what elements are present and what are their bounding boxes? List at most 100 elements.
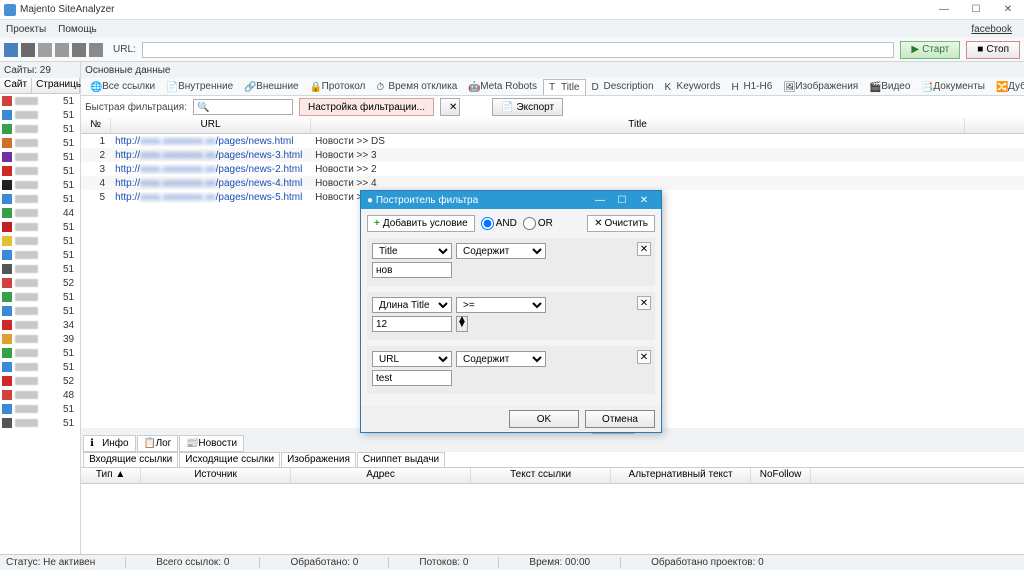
tool-icon-4[interactable] xyxy=(55,43,69,57)
tab-keywords[interactable]: KKeywords xyxy=(660,79,726,94)
stop-button[interactable]: ■ Стоп xyxy=(966,41,1020,59)
facebook-link[interactable]: facebook xyxy=(971,24,1012,35)
site-row[interactable]: 51 xyxy=(0,304,80,318)
url-cell: http://xxxx.xxxxxxxx.xx/pages/news-3.htm… xyxy=(111,150,311,161)
site-row[interactable]: 52 xyxy=(0,276,80,290)
field-select[interactable]: Длина Title xyxy=(372,297,452,313)
tab-все-ссылки[interactable]: 🌐Все ссылки xyxy=(85,79,160,94)
close-button[interactable]: ✕ xyxy=(996,2,1020,18)
bottom-col[interactable]: NoFollow xyxy=(751,468,811,483)
menu-projects[interactable]: Проекты xyxy=(6,24,46,35)
site-row[interactable]: 51 xyxy=(0,122,80,136)
value-input[interactable] xyxy=(372,316,452,332)
tab-видео[interactable]: 🎬Видео xyxy=(864,79,915,94)
spinner-down[interactable]: ▼ xyxy=(457,322,467,327)
dialog-titlebar[interactable]: ● Построитель фильтра — ☐ ✕ xyxy=(361,191,661,209)
tab-icon: H xyxy=(731,82,741,92)
site-row[interactable]: 51 xyxy=(0,248,80,262)
export-button[interactable]: 📄 Экспорт xyxy=(492,98,563,116)
tab-время-отклика[interactable]: ⏱Время отклика xyxy=(371,79,462,94)
filter-clear-button[interactable]: ✕ xyxy=(440,98,460,116)
field-select[interactable]: Title xyxy=(372,243,452,259)
grid-row[interactable]: 1http://xxxx.xxxxxxxx.xx/pages/news.html… xyxy=(81,134,1024,148)
delete-condition[interactable]: ✕ xyxy=(637,350,651,364)
add-condition-button[interactable]: +Добавить условие xyxy=(367,215,475,232)
site-row[interactable]: 51 xyxy=(0,402,80,416)
tab-дубликаты[interactable]: 🔀Дубликаты xyxy=(991,79,1024,94)
site-row[interactable]: 51 xyxy=(0,178,80,192)
tool-icon-3[interactable] xyxy=(38,43,52,57)
subtab-2[interactable]: Изображения xyxy=(281,452,356,467)
bottom-col[interactable]: Адрес xyxy=(291,468,471,483)
site-row[interactable]: 51 xyxy=(0,416,80,430)
tab-title[interactable]: TTitle xyxy=(543,79,586,95)
site-row[interactable]: 51 xyxy=(0,150,80,164)
site-row[interactable]: 34 xyxy=(0,318,80,332)
clear-button[interactable]: ✕ Очистить xyxy=(587,215,655,232)
cancel-button[interactable]: Отмена xyxy=(585,410,655,428)
subtab-0[interactable]: Входящие ссылки xyxy=(83,452,178,467)
bottom-tab-0[interactable]: ℹИнфо xyxy=(83,435,136,452)
tab-изображения[interactable]: 🖼Изображения xyxy=(778,79,863,94)
tool-icon-5[interactable] xyxy=(72,43,86,57)
maximize-button[interactable]: ☐ xyxy=(964,2,988,18)
sites-list[interactable]: 5151515151515151445151515152515134395151… xyxy=(0,94,80,554)
operator-select[interactable]: Содержит xyxy=(456,351,546,367)
site-row[interactable]: 51 xyxy=(0,94,80,108)
dialog-maximize[interactable]: ☐ xyxy=(611,195,633,206)
site-row[interactable]: 51 xyxy=(0,164,80,178)
value-input[interactable] xyxy=(372,262,452,278)
site-row[interactable]: 51 xyxy=(0,290,80,304)
filter-settings-button[interactable]: Настройка фильтрации... xyxy=(299,98,434,116)
operator-select[interactable]: >= xyxy=(456,297,546,313)
site-row[interactable]: 51 xyxy=(0,360,80,374)
site-row[interactable]: 51 xyxy=(0,220,80,234)
site-row[interactable]: 51 xyxy=(0,136,80,150)
delete-condition[interactable]: ✕ xyxy=(637,296,651,310)
menu-help[interactable]: Помощь xyxy=(58,24,97,35)
tab-внутренние[interactable]: 📄Внутренние xyxy=(161,79,238,94)
site-row[interactable]: 51 xyxy=(0,262,80,276)
site-row[interactable]: 44 xyxy=(0,206,80,220)
delete-condition[interactable]: ✕ xyxy=(637,242,651,256)
grid-row[interactable]: 2http://xxxx.xxxxxxxx.xx/pages/news-3.ht… xyxy=(81,148,1024,162)
site-row[interactable]: 39 xyxy=(0,332,80,346)
minimize-button[interactable]: — xyxy=(932,2,956,18)
grid-row[interactable]: 4http://xxxx.xxxxxxxx.xx/pages/news-4.ht… xyxy=(81,176,1024,190)
dialog-close[interactable]: ✕ xyxy=(633,195,655,206)
operator-select[interactable]: Содержит xyxy=(456,243,546,259)
subtab-3[interactable]: Сниппет выдачи xyxy=(357,452,445,467)
tab-h1-h6[interactable]: HH1-H6 xyxy=(726,79,777,94)
radio-or[interactable]: OR xyxy=(523,217,553,230)
grid-row[interactable]: 3http://xxxx.xxxxxxxx.xx/pages/news-2.ht… xyxy=(81,162,1024,176)
site-row[interactable]: 51 xyxy=(0,108,80,122)
quick-filter-input[interactable] xyxy=(193,99,293,115)
tab-внешние[interactable]: 🔗Внешние xyxy=(239,79,303,94)
tool-icon-6[interactable] xyxy=(89,43,103,57)
site-row[interactable]: 52 xyxy=(0,374,80,388)
tool-icon-1[interactable] xyxy=(4,43,18,57)
bottom-col[interactable]: Источник xyxy=(141,468,291,483)
site-row[interactable]: 51 xyxy=(0,346,80,360)
bottom-col[interactable]: Текст ссылки xyxy=(471,468,611,483)
tab-протокол[interactable]: 🔒Протокол xyxy=(305,79,371,94)
start-button[interactable]: ▶ Старт xyxy=(900,41,960,59)
url-input[interactable] xyxy=(142,42,895,58)
tab-description[interactable]: DDescription xyxy=(587,79,659,94)
site-row[interactable]: 51 xyxy=(0,192,80,206)
tab-документы[interactable]: 📑Документы xyxy=(916,79,990,94)
tab-meta-robots[interactable]: 🤖Meta Robots xyxy=(463,79,542,94)
bottom-col[interactable]: Альтернативный текст xyxy=(611,468,751,483)
site-row[interactable]: 48 xyxy=(0,388,80,402)
subtab-1[interactable]: Исходящие ссылки xyxy=(179,452,280,467)
value-input[interactable] xyxy=(372,370,452,386)
radio-and[interactable]: AND xyxy=(481,217,517,230)
field-select[interactable]: URL xyxy=(372,351,452,367)
bottom-col[interactable]: Тип ▲ xyxy=(81,468,141,483)
dialog-minimize[interactable]: — xyxy=(589,195,611,206)
bottom-tab-1[interactable]: 📋Лог xyxy=(137,435,179,452)
ok-button[interactable]: OK xyxy=(509,410,579,428)
bottom-tab-2[interactable]: 📰Новости xyxy=(179,435,244,452)
tool-icon-2[interactable] xyxy=(21,43,35,57)
site-row[interactable]: 51 xyxy=(0,234,80,248)
